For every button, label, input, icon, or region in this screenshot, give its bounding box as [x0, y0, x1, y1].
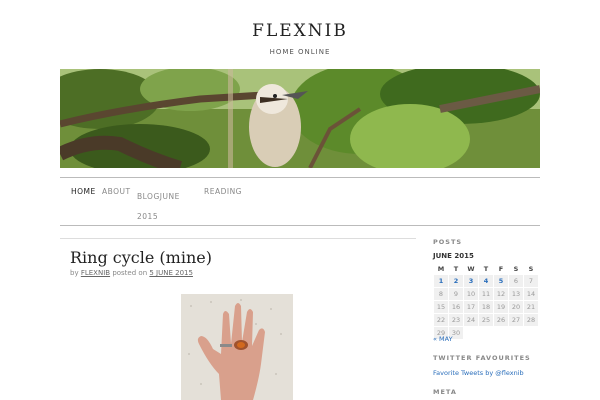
- calendar-day[interactable]: 2: [448, 274, 464, 288]
- calendar-day: 9: [448, 287, 464, 301]
- calendar-week-row: 15 16 17 18 19 20 21: [433, 300, 539, 314]
- twitter-favorites-link[interactable]: Favorite Tweets by @flexnib: [433, 369, 524, 377]
- calendar-day: 25: [478, 313, 494, 327]
- hand-with-rings-photo: [181, 294, 293, 400]
- calendar-weekday: S: [528, 264, 534, 273]
- calendar-weekday: S: [513, 264, 519, 273]
- meta-widget-title: META: [433, 388, 457, 396]
- nav-item-about[interactable]: ABOUT: [102, 187, 131, 196]
- calendar-weekday: M: [437, 264, 445, 273]
- calendar-day: 7: [523, 274, 539, 288]
- post-meta-posted: posted on: [112, 269, 148, 277]
- calendar-day: 14: [523, 287, 539, 301]
- calendar-day: 10: [463, 287, 479, 301]
- calendar-day[interactable]: 4: [478, 274, 494, 288]
- calendar-day: 6: [508, 274, 524, 288]
- site-title[interactable]: FLEXNIB: [0, 21, 600, 41]
- calendar-day: 27: [508, 313, 524, 327]
- post-date-link[interactable]: 5 JUNE 2015: [149, 269, 193, 277]
- calendar-day: 8: [433, 287, 449, 301]
- calendar-day: [493, 326, 509, 340]
- calendar-weekday: F: [498, 264, 504, 273]
- post-image[interactable]: [181, 294, 293, 400]
- calendar-day[interactable]: 1: [433, 274, 449, 288]
- calendar-day[interactable]: 5: [493, 274, 509, 288]
- calendar-weekday-row: MTWTFSS: [434, 263, 539, 275]
- calendar-day: 18: [478, 300, 494, 314]
- nav-item-blogjune[interactable]: BLOGJUNE 2015: [137, 187, 189, 227]
- nav-item-home[interactable]: HOME: [71, 187, 96, 196]
- calendar-day: [523, 326, 539, 340]
- twitter-widget-title: TWITTER FAVOURITES: [433, 354, 531, 362]
- header-image: [60, 69, 540, 168]
- calendar: MTWTFSS 1 2 3 4 5 6 7 8 9 10 11 12 13 14 15 16 17 18 19 20 2…: [433, 263, 539, 340]
- nav-item-reading[interactable]: READING: [204, 187, 242, 196]
- calendar-day: 21: [523, 300, 539, 314]
- content-divider: [60, 238, 416, 239]
- calendar-day: 11: [478, 287, 494, 301]
- calendar-day: [508, 326, 524, 340]
- calendar-prev-month-link[interactable]: « MAY: [433, 335, 453, 343]
- calendar-weekday: T: [483, 264, 489, 273]
- calendar-day: 26: [493, 313, 509, 327]
- calendar-caption: JUNE 2015: [433, 252, 474, 260]
- nav-bottom-border: [60, 225, 540, 226]
- post-author-link[interactable]: FLEXNIB: [81, 269, 110, 277]
- calendar-week-row: 1234567: [433, 274, 539, 288]
- calendar-day: 17: [463, 300, 479, 314]
- nav-top-border: [60, 177, 540, 178]
- post-title[interactable]: Ring cycle (mine): [70, 248, 212, 267]
- post-meta-by: by: [70, 269, 79, 277]
- calendar-weekday: T: [453, 264, 459, 273]
- site-description: HOME ONLINE: [269, 48, 331, 56]
- calendar-week-row: 8 9 10 11 12 13 14: [433, 287, 539, 301]
- calendar-weekday: W: [467, 264, 475, 273]
- calendar-day: 22: [433, 313, 449, 327]
- post-meta: by FLEXNIB posted on 5 JUNE 2015: [70, 269, 193, 277]
- calendar-day[interactable]: 3: [463, 274, 479, 288]
- calendar-day: [463, 326, 479, 340]
- calendar-day: 13: [508, 287, 524, 301]
- calendar-day: 23: [448, 313, 464, 327]
- posts-widget-title: POSTS: [433, 238, 463, 246]
- calendar-day: 19: [493, 300, 509, 314]
- calendar-day: 20: [508, 300, 524, 314]
- calendar-day: 24: [463, 313, 479, 327]
- calendar-day: 16: [448, 300, 464, 314]
- calendar-day: 28: [523, 313, 539, 327]
- calendar-day: [478, 326, 494, 340]
- calendar-day: 12: [493, 287, 509, 301]
- calendar-week-row: 22 23 24 25 26 27 28: [433, 313, 539, 327]
- kookaburra-photo: [60, 69, 540, 168]
- calendar-body: 1 2 3 4 5 6 7 8 9 10 11 12 13 14 15 16 17 18 19 20 21 22 23 24 2…: [433, 274, 539, 340]
- calendar-day: 15: [433, 300, 449, 314]
